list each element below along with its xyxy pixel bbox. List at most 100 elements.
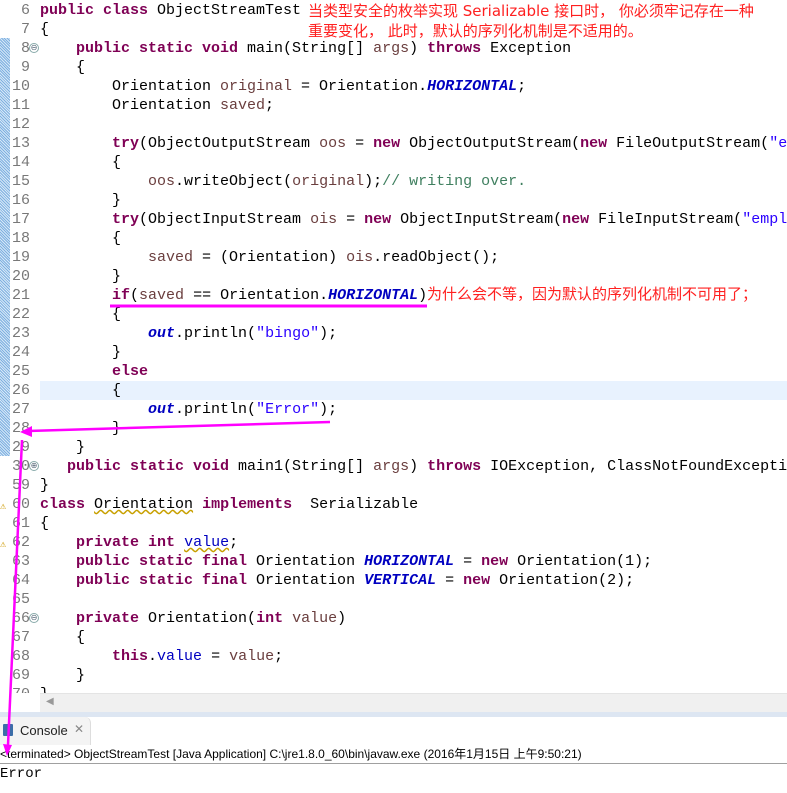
code-token: else — [112, 363, 149, 380]
code-token: public static void — [67, 458, 230, 475]
code-token: public static final — [76, 572, 248, 589]
line-number: 26 — [11, 382, 30, 399]
code-token: } — [40, 439, 86, 456]
line-number: 9 — [20, 59, 30, 76]
code-line[interactable]: 69 } — [0, 666, 787, 685]
code-line[interactable]: ⚠ 62 private int value; — [0, 533, 787, 552]
code-line[interactable]: 64 public static final Orientation VERTI… — [0, 571, 787, 590]
code-token: public static final — [76, 553, 248, 570]
code-line[interactable]: 18 { — [0, 229, 787, 248]
code-line[interactable]: 24 } — [0, 343, 787, 362]
line-number: 23 — [11, 325, 30, 342]
code-token: (ObjectInputStream — [139, 211, 311, 228]
code-token: ObjectOutputStream( — [400, 135, 581, 152]
code-token: = — [202, 648, 230, 665]
code-text: public static void main1(String[] args) … — [40, 457, 787, 476]
code-line[interactable]: 12 ​ — [0, 115, 787, 134]
code-token: Orientation — [247, 572, 365, 589]
code-line[interactable]: 68 this.value = value; — [0, 647, 787, 666]
code-text: try(ObjectInputStream ois = new ObjectIn… — [40, 210, 787, 229]
code-token: HORIZONTAL — [364, 553, 455, 570]
code-text: { — [40, 153, 787, 172]
code-line[interactable]: 9 { — [0, 58, 787, 77]
line-number: 6 — [20, 2, 30, 19]
code-line[interactable]: ⚠ 60 class Orientation implements Serializ… — [0, 495, 787, 514]
code-text: { — [40, 305, 787, 324]
collapse-fold-icon[interactable]: ⊖ — [29, 613, 39, 623]
code-line[interactable]: 8 ⊖ public static void main(String[] args… — [0, 39, 787, 58]
annotation-line: 当类型安全的枚举实现 Serializable 接口时， 你必须牢记存在一种 — [308, 2, 754, 20]
code-text: { — [40, 229, 787, 248]
code-line[interactable]: 23 out.println("bingo"); — [0, 324, 787, 343]
code-text: oos.writeObject(original);// writing ove… — [40, 172, 787, 191]
code-line[interactable]: 59} — [0, 476, 787, 495]
code-text: ​ — [40, 590, 787, 609]
code-line[interactable]: 10 Orientation original = Orientation.HO… — [0, 77, 787, 96]
code-token: .readObject(); — [373, 249, 500, 266]
code-text: { — [40, 628, 787, 647]
code-token: ) — [418, 287, 428, 304]
code-token: } — [40, 420, 122, 437]
code-editor[interactable]: 6 public class ObjectStreamTest 7{8 ⊖ publi… — [0, 0, 787, 693]
code-line[interactable]: 11 Orientation saved; — [0, 96, 787, 115]
code-line[interactable]: 15 oos.writeObject(original);// writing … — [0, 172, 787, 191]
tab-console[interactable]: Console ✕ — [0, 717, 91, 745]
code-token: = — [454, 553, 482, 570]
code-token: out — [148, 325, 176, 342]
code-token: args — [373, 40, 410, 57]
code-line[interactable]: 63 public static final Orientation HORIZ… — [0, 552, 787, 571]
line-number: 21 — [11, 287, 30, 304]
code-line[interactable]: 27 out.println("Error"); — [0, 400, 787, 419]
code-text: } — [40, 438, 787, 457]
code-line[interactable]: 65 ​ — [0, 590, 787, 609]
line-number: 66 — [11, 610, 30, 627]
expand-fold-icon[interactable]: ⊕ — [29, 461, 39, 471]
code-token: throws — [427, 458, 482, 475]
code-line[interactable]: 25 else — [0, 362, 787, 381]
line-number: 8 — [20, 40, 30, 57]
code-token: } — [40, 268, 122, 285]
code-line[interactable]: 19 saved = (Orientation) ois.readObject(… — [0, 248, 787, 267]
console-tabbar: Console ✕ — [0, 717, 787, 745]
code-text: } — [40, 666, 787, 685]
console-output: Error — [0, 766, 43, 782]
code-line[interactable]: 28 } — [0, 419, 787, 438]
code-line[interactable]: 14 { — [0, 153, 787, 172]
collapse-fold-icon[interactable]: ⊖ — [29, 43, 39, 53]
code-text: this.value = value; — [40, 647, 787, 666]
code-token: new — [562, 211, 590, 228]
code-line[interactable]: 66 ⊖ private Orientation(int value) — [0, 609, 787, 628]
code-line[interactable]: 67 { — [0, 628, 787, 647]
code-line[interactable]: 22 { — [0, 305, 787, 324]
code-token: Orientation — [247, 553, 365, 570]
code-line[interactable]: 70} — [0, 685, 787, 693]
line-number: 17 — [11, 211, 30, 228]
code-token: .println( — [175, 401, 257, 418]
code-token: try — [112, 211, 140, 228]
console-status: <terminated> ObjectStreamTest [Java Appl… — [0, 745, 787, 764]
code-token: ) — [409, 458, 428, 475]
close-icon[interactable]: ✕ — [74, 722, 84, 736]
code-line[interactable]: 30 ⊕ public static void main1(String[] ar… — [0, 457, 787, 476]
code-token: } — [40, 477, 50, 494]
code-line[interactable]: 29 } — [0, 438, 787, 457]
code-line[interactable]: 26 { — [0, 381, 787, 400]
line-number: 25 — [11, 363, 30, 380]
code-token: oos — [148, 173, 176, 190]
code-text: out.println("bingo"); — [40, 324, 787, 343]
code-line[interactable]: 13 try(ObjectOutputStream oos = new Obje… — [0, 134, 787, 153]
code-token: } — [40, 667, 86, 684]
code-line[interactable]: 17 try(ObjectInputStream ois = new Objec… — [0, 210, 787, 229]
scroll-left-icon[interactable]: ◀ — [46, 696, 54, 707]
line-number: 14 — [11, 154, 30, 171]
horizontal-scrollbar[interactable]: ◀ — [40, 693, 787, 713]
code-line[interactable]: 16 } — [0, 191, 787, 210]
code-line[interactable]: 61 { — [0, 514, 787, 533]
code-token: public static void — [76, 40, 239, 57]
code-token: = — [436, 572, 464, 589]
code-token: ; — [265, 97, 275, 114]
code-token: ( — [130, 287, 140, 304]
